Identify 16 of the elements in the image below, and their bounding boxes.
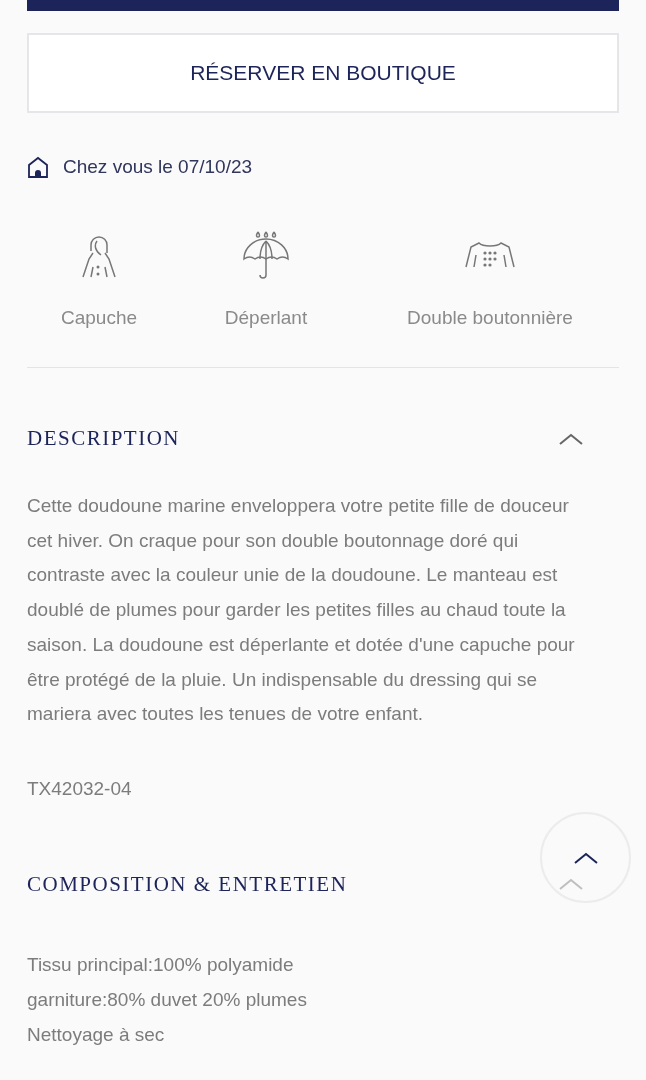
- feature-label: Capuche: [60, 307, 138, 329]
- composition-line: Nettoyage à sec: [27, 1022, 166, 1047]
- feature-label: Double boutonnière: [407, 307, 573, 329]
- feature-label: Déperlant: [224, 307, 308, 329]
- composition-line: Tissu principal:100% polyamide: [27, 952, 295, 977]
- description-text: Cette doudoune marine enveloppera votre petite fille de douceur cet hiver. On craque pour son double boutonnage doré qui contraste avec la couleur unie de la doudoune. Le manteau est doublé de plumes pour garder les petites filles au chaud toute la saison. La doudoune est déperlante et dotée d'une capuche pour être protégé de la pluie. Un indispensable du dressing qui se mariera avec toutes les tenues de votre enfant.: [27, 494, 576, 727]
- composition-line: garniture:80% duvet 20% plumes: [27, 987, 308, 1012]
- chevron-up-icon: [573, 851, 598, 864]
- delivery-date: Chez vous le 07/10/23: [63, 156, 253, 178]
- section-title[interactable]: COMPOSITION & ENTRETIEN: [27, 871, 348, 897]
- reserve-in-store-button[interactable]: RÉSERVER EN BOUTIQUE: [27, 33, 619, 113]
- action-bar[interactable]: [27, 0, 619, 11]
- section-title[interactable]: DESCRIPTION: [27, 426, 180, 451]
- product-reference: TX42032-04: [27, 777, 133, 800]
- home-icon: [27, 156, 49, 178]
- umbrella-icon: [241, 231, 291, 281]
